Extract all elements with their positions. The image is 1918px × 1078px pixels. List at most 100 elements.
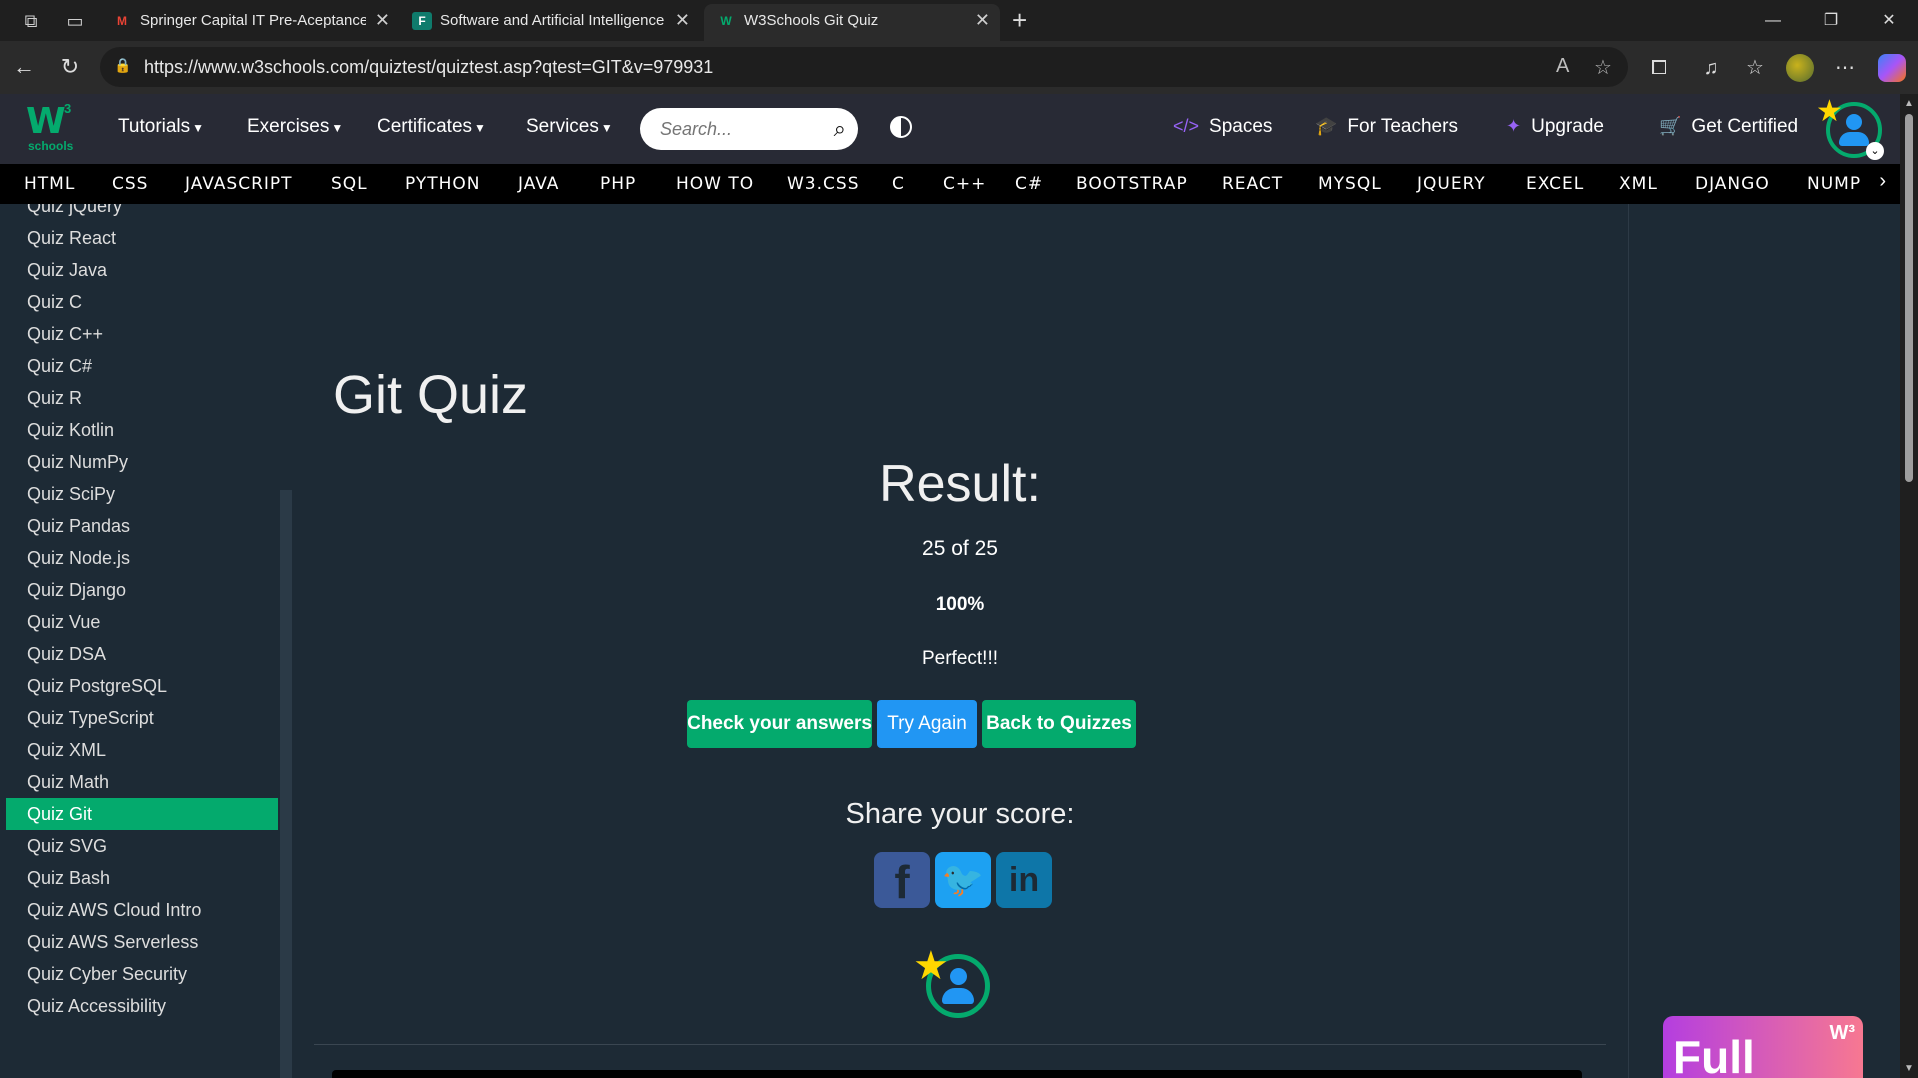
search-input[interactable] bbox=[660, 116, 810, 142]
menu-exercises[interactable]: Exercises ▼ bbox=[247, 116, 343, 138]
sidebar-item-quiz-numpy[interactable]: Quiz NumPy bbox=[6, 446, 278, 478]
subnav-xml[interactable]: XML bbox=[1619, 174, 1658, 194]
sidebar-scrollbar-thumb[interactable] bbox=[280, 490, 292, 1078]
favorites-icon[interactable]: ☆ bbox=[1740, 53, 1770, 83]
page-scrollbar-thumb[interactable] bbox=[1905, 114, 1913, 482]
sidebar-item-quiz-svg[interactable]: Quiz SVG bbox=[6, 830, 278, 862]
subnav-numpy[interactable]: NUMP bbox=[1807, 174, 1861, 194]
spaces-link[interactable]: </> Spaces bbox=[1173, 116, 1272, 138]
close-icon[interactable]: ✕ bbox=[375, 4, 390, 37]
subnav-react[interactable]: REACT bbox=[1222, 174, 1283, 194]
chevron-right-icon[interactable]: › bbox=[1879, 170, 1886, 193]
copilot-icon[interactable] bbox=[1878, 54, 1906, 82]
restore-icon[interactable]: ❐ bbox=[1802, 0, 1860, 41]
user-profile-avatar[interactable]: ★ ⌄ bbox=[1816, 95, 1884, 160]
try-again-button[interactable]: Try Again bbox=[877, 700, 977, 748]
more-options-icon[interactable]: ⋯ bbox=[1830, 53, 1860, 83]
scroll-up-icon[interactable]: ▲ bbox=[1904, 98, 1914, 109]
sidebar-item-quiz-java[interactable]: Quiz Java bbox=[6, 254, 278, 286]
sidebar-item-quiz-vue[interactable]: Quiz Vue bbox=[6, 606, 278, 638]
close-icon[interactable]: ✕ bbox=[675, 4, 690, 37]
back-icon[interactable]: ← bbox=[8, 51, 40, 83]
minimize-icon[interactable]: — bbox=[1744, 0, 1802, 41]
facebook-icon[interactable]: f bbox=[874, 852, 930, 908]
subnav-jquery[interactable]: JQUERY bbox=[1417, 174, 1486, 194]
subnav-css[interactable]: CSS bbox=[112, 174, 148, 194]
lock-icon[interactable]: 🔒 bbox=[114, 57, 131, 74]
sidebar-item-quiz-math[interactable]: Quiz Math bbox=[6, 766, 278, 798]
sidebar-item-quiz-bash[interactable]: Quiz Bash bbox=[6, 862, 278, 894]
sidebar-item-quiz-dsa[interactable]: Quiz DSA bbox=[6, 638, 278, 670]
subnav-django[interactable]: DJANGO bbox=[1695, 174, 1770, 194]
subnav-php[interactable]: PHP bbox=[600, 174, 636, 194]
favorite-star-icon[interactable]: ☆ bbox=[1594, 55, 1612, 80]
get-certified-link[interactable]: 🛒 Get Certified bbox=[1659, 116, 1798, 138]
sidebar-item-quiz-cyber-security[interactable]: Quiz Cyber Security bbox=[6, 958, 278, 990]
subnav-excel[interactable]: EXCEL bbox=[1526, 174, 1584, 194]
twitter-icon[interactable]: 🐦 bbox=[935, 852, 991, 908]
workspaces-icon[interactable]: ⧉ bbox=[18, 8, 44, 34]
sidebar-item-quiz-postgresql[interactable]: Quiz PostgreSQL bbox=[6, 670, 278, 702]
sidebar-item-quiz-c[interactable]: Quiz C++ bbox=[6, 318, 278, 350]
back-to-quizzes-button[interactable]: Back to Quizzes bbox=[982, 700, 1136, 748]
url-text[interactable]: https://www.w3schools.com/quiztest/quizt… bbox=[144, 57, 713, 78]
tab-w3schools-git-quiz[interactable]: W W3Schools Git Quiz ✕ bbox=[704, 4, 1000, 41]
sidebar-item-quiz-aws-cloud-intro[interactable]: Quiz AWS Cloud Intro bbox=[6, 894, 278, 926]
page-scrollbar[interactable]: ▲ ▼ bbox=[1900, 94, 1918, 1078]
tab-springer[interactable]: M Springer Capital IT Pre-Aceptance ✕ bbox=[100, 4, 400, 41]
dark-mode-toggle-icon[interactable] bbox=[890, 116, 912, 138]
sidebar-item-quiz-c[interactable]: Quiz C bbox=[6, 286, 278, 318]
menu-certificates[interactable]: Certificates ▼ bbox=[377, 116, 486, 138]
new-tab-button[interactable]: + bbox=[1012, 4, 1027, 37]
scroll-down-icon[interactable]: ▼ bbox=[1904, 1063, 1914, 1074]
subnav-c[interactable]: C bbox=[892, 174, 905, 194]
menu-tutorials[interactable]: Tutorials ▼ bbox=[118, 116, 204, 138]
sidebar-item-quiz-react[interactable]: Quiz React bbox=[6, 222, 278, 254]
tab-actions-icon[interactable]: ▭ bbox=[62, 8, 88, 34]
subnav-mysql[interactable]: MYSQL bbox=[1318, 174, 1382, 194]
menu-services[interactable]: Services ▼ bbox=[526, 116, 613, 138]
subnav-javascript[interactable]: JAVASCRIPT bbox=[185, 174, 293, 194]
subnav-python[interactable]: PYTHON bbox=[405, 174, 481, 194]
w3schools-logo[interactable]: W 3 schools bbox=[26, 101, 78, 153]
chevron-down-icon[interactable]: ⌄ bbox=[1866, 142, 1884, 160]
media-icon[interactable]: ♫ bbox=[1696, 53, 1726, 83]
sidebar-item-quiz-django[interactable]: Quiz Django bbox=[6, 574, 278, 606]
sidebar-item-quiz-r[interactable]: Quiz R bbox=[6, 382, 278, 414]
sidebar-item-quiz-xml[interactable]: Quiz XML bbox=[6, 734, 278, 766]
sidebar-item-quiz-jquery[interactable]: Quiz jQuery bbox=[6, 204, 278, 222]
sidebar-item-quiz-aws-serverless[interactable]: Quiz AWS Serverless bbox=[6, 926, 278, 958]
profile-badge-icon[interactable]: ★ bbox=[913, 944, 990, 1018]
linkedin-icon[interactable]: in bbox=[996, 852, 1052, 908]
for-teachers-link[interactable]: 🎓 For Teachers bbox=[1315, 116, 1458, 138]
sidebar-item-quiz-pandas[interactable]: Quiz Pandas bbox=[6, 510, 278, 542]
browser-profile-avatar[interactable] bbox=[1786, 54, 1814, 82]
sidebar-item-quiz-node-js[interactable]: Quiz Node.js bbox=[6, 542, 278, 574]
subnav-w3css[interactable]: W3.CSS bbox=[787, 174, 859, 194]
read-aloud-icon[interactable]: A bbox=[1556, 55, 1569, 78]
close-window-icon[interactable]: ✕ bbox=[1860, 0, 1918, 41]
ad-banner[interactable]: Full W³ bbox=[1663, 1016, 1863, 1078]
subnav-sql[interactable]: SQL bbox=[331, 174, 368, 194]
subnav-howto[interactable]: HOW TO bbox=[676, 174, 754, 194]
sidebar-item-quiz-accessibility[interactable]: Quiz Accessibility bbox=[6, 990, 278, 1022]
subnav-html[interactable]: HTML bbox=[24, 174, 75, 194]
url-field[interactable]: 🔒 https://www.w3schools.com/quiztest/qui… bbox=[100, 47, 1628, 87]
sidebar-item-quiz-scipy[interactable]: Quiz SciPy bbox=[6, 478, 278, 510]
sidebar-item-quiz-c[interactable]: Quiz C# bbox=[6, 350, 278, 382]
tab-software-ai[interactable]: F Software and Artificial Intelligence ✕ bbox=[400, 4, 700, 41]
sidebar-item-quiz-git[interactable]: Quiz Git bbox=[6, 798, 278, 830]
subnav-cpp[interactable]: C++ bbox=[943, 174, 986, 194]
subnav-java[interactable]: JAVA bbox=[518, 174, 559, 194]
search-box[interactable]: ⌕ bbox=[640, 108, 858, 150]
subnav-bootstrap[interactable]: BOOTSTRAP bbox=[1076, 174, 1188, 194]
extensions-icon[interactable]: ⧠ bbox=[1644, 53, 1674, 83]
subnav-csharp[interactable]: C# bbox=[1015, 174, 1043, 194]
upgrade-link[interactable]: ✦ Upgrade bbox=[1506, 116, 1604, 138]
sidebar-item-quiz-typescript[interactable]: Quiz TypeScript bbox=[6, 702, 278, 734]
search-icon[interactable]: ⌕ bbox=[834, 116, 846, 142]
check-answers-button[interactable]: Check your answers bbox=[687, 700, 872, 748]
refresh-icon[interactable]: ↻ bbox=[54, 51, 86, 83]
sidebar-item-quiz-kotlin[interactable]: Quiz Kotlin bbox=[6, 414, 278, 446]
close-icon[interactable]: ✕ bbox=[975, 4, 990, 37]
